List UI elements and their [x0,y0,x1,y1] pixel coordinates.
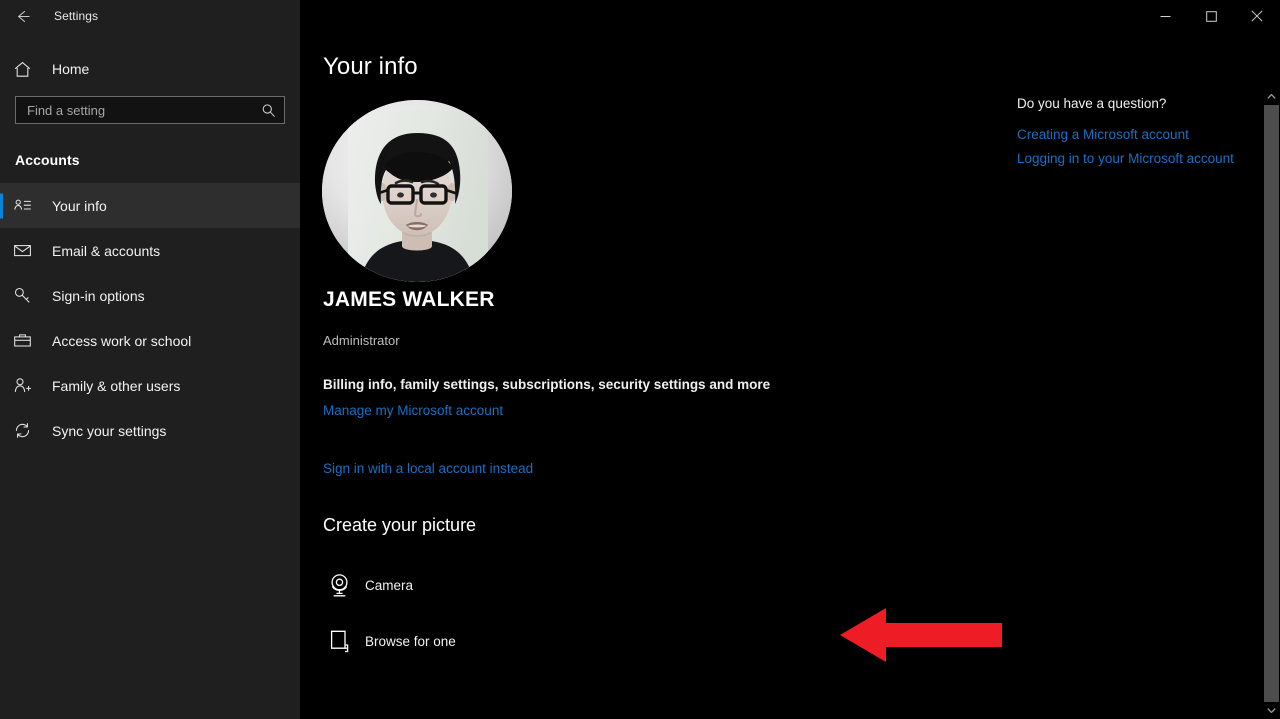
scrollbar-thumb[interactable] [1264,105,1279,702]
help-column: Do you have a question? Creating a Micro… [1017,96,1247,175]
maximize-button[interactable] [1188,0,1234,32]
avatar[interactable] [322,100,512,282]
page-title: Your info [323,53,418,81]
sidebar-item-label: Your info [52,198,107,214]
chevron-up-icon [1267,88,1276,106]
search-icon[interactable] [261,103,276,118]
search-box[interactable] [15,96,285,124]
sign-in-local-account-link[interactable]: Sign in with a local account instead [323,461,533,476]
sidebar-item-access-work-school[interactable]: Access work or school [0,318,300,363]
vertical-scrollbar[interactable] [1263,88,1280,719]
contact-card-icon [13,196,43,215]
minimize-button[interactable] [1142,0,1188,32]
back-arrow-icon [14,8,31,25]
sidebar-item-label: Access work or school [52,333,191,349]
window-controls [1142,0,1280,32]
sidebar-item-label: Email & accounts [52,243,160,259]
camera-option-label: Camera [365,578,413,593]
sidebar-nav-list: Your info Email & accounts [0,183,300,453]
create-picture-heading: Create your picture [323,515,476,536]
sync-icon [13,421,43,440]
sidebar-item-sign-in-options[interactable]: Sign-in options [0,273,300,318]
search-input[interactable] [27,103,261,118]
back-button[interactable] [0,0,44,32]
key-icon [13,286,43,305]
scrollbar-up-button[interactable] [1263,88,1280,105]
help-title: Do you have a question? [1017,96,1247,111]
scrollbar-down-button[interactable] [1263,702,1280,719]
maximize-icon [1206,11,1217,22]
billing-info-text: Billing info, family settings, subscript… [323,377,770,392]
briefcase-icon [13,331,43,350]
close-button[interactable] [1234,0,1280,32]
user-role: Administrator [323,333,400,348]
scrollbar-track[interactable] [1263,105,1280,702]
user-photo-avatar [322,100,512,282]
chevron-down-icon [1267,702,1276,719]
search-container [15,96,285,124]
sidebar-item-your-info[interactable]: Your info [0,183,300,228]
sidebar-item-label: Sign-in options [52,288,145,304]
help-link-creating-account[interactable]: Creating a Microsoft account [1017,127,1247,142]
sidebar: Home Accounts [0,0,300,719]
title-bar: Settings [0,0,1280,32]
envelope-icon [13,241,43,260]
browse-option-label: Browse for one [365,634,456,649]
help-link-logging-in[interactable]: Logging in to your Microsoft account [1017,151,1247,166]
sidebar-item-family-other-users[interactable]: Family & other users [0,363,300,408]
window-title: Settings [54,9,98,23]
settings-window: Settings [0,0,1280,719]
manage-microsoft-account-link[interactable]: Manage my Microsoft account [323,403,503,418]
user-name: JAMES WALKER [323,288,495,312]
sidebar-home-label: Home [52,61,89,77]
sidebar-item-label: Family & other users [52,378,180,394]
camera-option[interactable]: Camera [320,562,413,608]
close-icon [1251,10,1263,22]
browse-for-one-option[interactable]: Browse for one [320,618,456,664]
minimize-icon [1160,11,1171,22]
sidebar-section-heading: Accounts [15,152,300,168]
add-user-icon [13,376,43,395]
home-icon [13,60,43,79]
title-bar-left: Settings [0,0,300,32]
main-content: Your info [300,0,1280,719]
sidebar-item-sync-your-settings[interactable]: Sync your settings [0,408,300,453]
sidebar-item-home[interactable]: Home [0,49,300,89]
webcam-icon [320,572,358,599]
document-page-icon [320,628,358,655]
sidebar-item-label: Sync your settings [52,423,166,439]
sidebar-item-email-accounts[interactable]: Email & accounts [0,228,300,273]
annotation-arrow-icon [840,606,1002,664]
